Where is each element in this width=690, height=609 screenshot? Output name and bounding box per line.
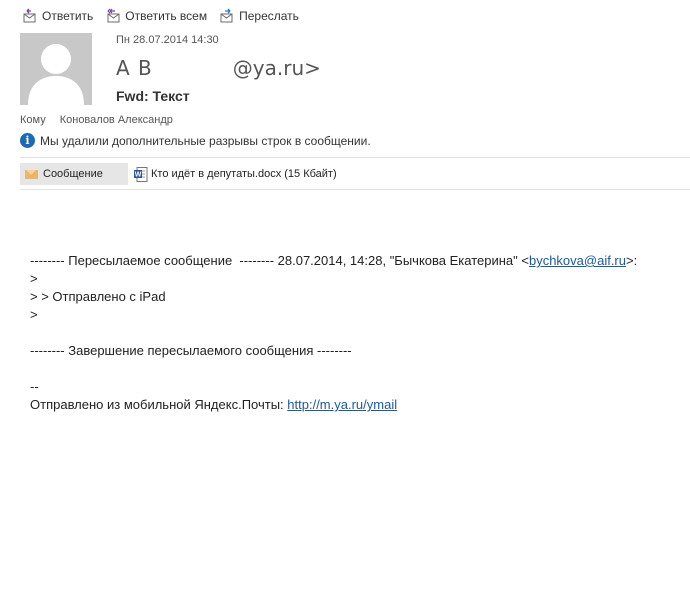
body-line: > xyxy=(30,271,38,286)
body-line xyxy=(30,360,637,378)
to-recipient[interactable]: Коновалов Александр xyxy=(60,114,173,126)
reply-button[interactable]: Ответить xyxy=(22,8,93,24)
forward-label: Переслать xyxy=(239,9,299,23)
attachment-docx[interactable]: W Кто идёт в депутаты.docx (15 Кбайт) xyxy=(134,166,337,182)
envelope-icon xyxy=(25,169,38,179)
info-icon: i xyxy=(20,133,35,148)
attachment-bar: Сообщение W Кто идёт в депутаты.docx (15… xyxy=(20,163,337,185)
forward-button[interactable]: Переслать xyxy=(219,8,299,24)
attachment-label: Кто идёт в депутаты.docx (15 Кбайт) xyxy=(151,168,337,180)
tab-message[interactable]: Сообщение xyxy=(20,163,128,185)
to-line: Кому Коновалов Александр xyxy=(20,114,173,126)
signature-separator: -- xyxy=(30,379,39,394)
reply-all-label: Ответить всем xyxy=(125,9,208,23)
avatar-placeholder-icon xyxy=(20,33,92,105)
sender-name: А В xyxy=(116,56,153,80)
avatar xyxy=(20,33,92,105)
message-date: Пн 28.07.2014 14:30 xyxy=(116,34,219,46)
forwarded-sender-email-link[interactable]: bychkova@aif.ru xyxy=(529,253,626,268)
reply-label: Ответить xyxy=(42,9,94,23)
forwarded-header-line: -------- Пересылаемое сообщение --------… xyxy=(30,253,638,268)
to-label: Кому xyxy=(20,114,46,126)
signature-line: Отправлено из мобильной Яндекс.Почты: ht… xyxy=(30,397,398,412)
body-line xyxy=(30,324,637,342)
reply-all-icon xyxy=(105,8,121,24)
body-line: > > Отправлено с iPad xyxy=(30,289,166,304)
forwarded-end-line: -------- Завершение пересылаемого сообще… xyxy=(30,343,352,358)
word-document-icon: W xyxy=(134,166,148,182)
tab-message-label: Сообщение xyxy=(43,168,103,180)
divider xyxy=(20,157,690,158)
subject: Fwd: Текст xyxy=(116,88,190,104)
signature-link[interactable]: http://m.ya.ru/ymail xyxy=(287,397,397,412)
toolbar: Ответить Ответить всем Переслать xyxy=(22,8,299,24)
message-body: -------- Пересылаемое сообщение --------… xyxy=(30,252,637,414)
svg-text:W: W xyxy=(135,171,142,178)
line-break-notice[interactable]: i Мы удалили дополнительные разрывы стро… xyxy=(20,133,371,148)
divider xyxy=(20,189,690,190)
notice-text: Мы удалили дополнительные разрывы строк … xyxy=(40,133,371,148)
body-line: > xyxy=(30,307,38,322)
reply-all-button[interactable]: Ответить всем xyxy=(105,8,207,24)
sender: А В @ya.ru> xyxy=(116,56,321,80)
reply-icon xyxy=(22,8,38,24)
forward-icon xyxy=(219,8,235,24)
sender-email: @ya.ru> xyxy=(232,56,321,80)
